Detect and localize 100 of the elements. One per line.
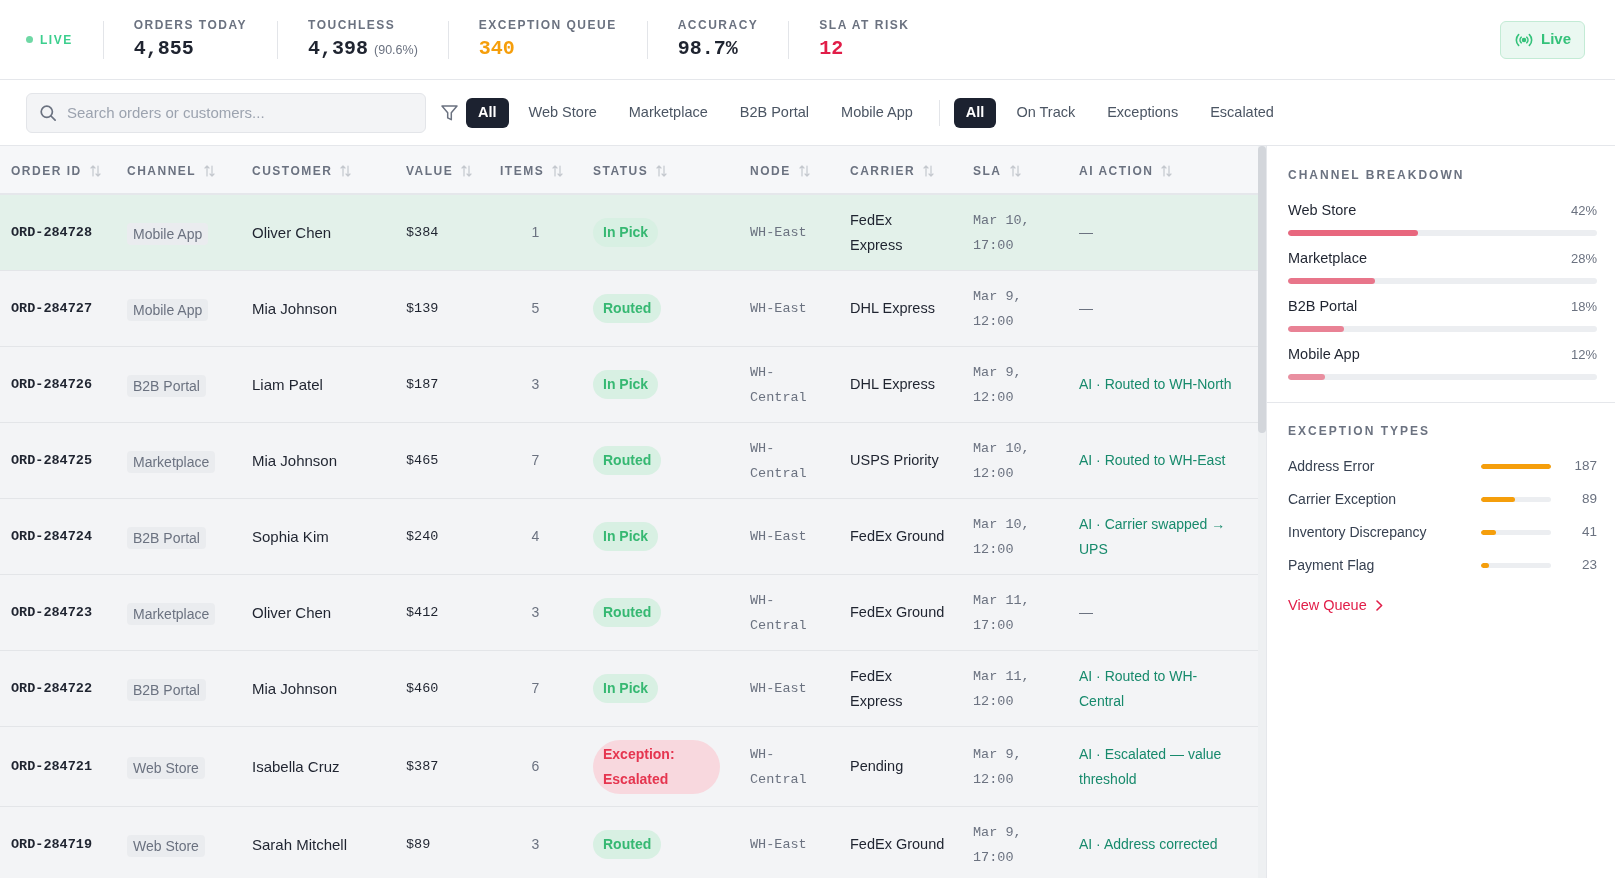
customer-name: Liam Patel [252,376,323,393]
filter-icon [441,104,458,121]
order-id: ORD-284723 [11,605,92,620]
order-id: ORD-284721 [11,759,92,774]
carrier-name: DHL Express [850,300,935,316]
table-row[interactable]: ORD-284721 Web Store Isabella Cruz $387 6 Exception: Escalated WH-Central Pending Mar 9, 12:00 AI · Escalated — value threshold [0,726,1258,807]
sort-header[interactable]: CUSTOMER [252,161,352,180]
sort-icon [1161,164,1173,177]
order-value: $465 [406,453,439,468]
table-row[interactable]: ORD-284724 B2B Portal Sophia Kim $240 4 In Pick WH-East FedEx Ground Mar 10, 12:00 AI · Carrier swapped → UPS [0,498,1258,575]
table-row[interactable]: ORD-284722 B2B Portal Mia Johnson $460 7 In Pick WH-East FedEx Express Mar 11, 12:00 AI · Routed to WH-Central [0,650,1258,727]
channel-share: 12% [1570,346,1597,365]
status-pill: In Pick [593,218,659,247]
carrier-name: FedEx Express [850,211,903,253]
node-name: WH-Central [750,746,807,787]
filter-chip[interactable]: All [953,97,997,128]
channel-tag: B2B Portal [127,527,206,550]
filter-chip[interactable]: Escalated [1198,97,1286,128]
stat-label: ACCURACY [677,18,759,32]
sort-header[interactable]: CHANNEL [127,161,216,180]
item-count: 3 [531,604,540,620]
table-row[interactable]: ORD-284723 Marketplace Oliver Chen $412 3 Routed WH-Central FedEx Ground Mar 11, 17:00 — [0,574,1258,651]
item-count: 1 [531,224,540,240]
sla-time: Mar 9, 12:00 [973,364,1022,405]
filter-chip[interactable]: B2B Portal [727,97,822,128]
stat-value: 340 [478,37,515,61]
filter-chip[interactable]: All [466,97,509,128]
order-value: $240 [406,529,439,544]
exception-type: Address Error [1288,456,1376,476]
item-count: 7 [531,680,540,696]
ai-action-text: AI · Routed to WH-Central [1079,667,1198,709]
sort-header[interactable]: AI ACTION [1079,161,1173,180]
stat-label: ORDERS TODAY [133,18,248,32]
filter-chip[interactable]: Web Store [516,97,609,128]
item-count: 6 [531,758,540,774]
section-title: CHANNEL BREAKDOWN [1288,167,1466,183]
sla-time: Mar 11, 17:00 [973,592,1030,633]
ai-action-text: AI · Routed to WH-North [1079,376,1232,392]
sort-header[interactable]: ORDER ID [11,161,101,180]
filter-chip[interactable]: Marketplace [616,97,720,128]
sort-header[interactable]: CARRIER [850,161,935,180]
table-row[interactable]: ORD-284725 Marketplace Mia Johnson $465 7 Routed WH-Central USPS Priority Mar 10, 12:00 AI · Routed to WH-East [0,422,1258,499]
live-label: LIVE [40,32,73,47]
order-value: $139 [406,301,439,316]
channel-tag: Marketplace [127,603,216,626]
carrier-name: USPS Priority [850,452,939,468]
ai-action-text: AI · Address corrected [1079,836,1218,852]
customer-name: Mia Johnson [252,680,338,697]
sla-time: Mar 11, 12:00 [973,668,1030,709]
exception-count: 187 [1573,456,1597,475]
order-id: ORD-284724 [11,529,92,544]
view-queue-link[interactable]: View Queue [1288,595,1383,615]
sort-header[interactable]: NODE [750,161,810,180]
scrollbar-thumb[interactable] [1258,146,1266,433]
carrier-name: FedEx Ground [850,604,945,620]
stat-value: 4,398 [308,37,369,61]
item-count: 7 [531,452,540,468]
sort-header[interactable]: SLA [973,161,1021,180]
customer-name: Isabella Cruz [252,758,340,775]
search-field[interactable]: Search orders or customers... [26,92,426,133]
customer-name: Mia Johnson [252,300,338,317]
sla-time: Mar 10, 17:00 [973,212,1030,253]
sort-header[interactable]: ITEMS [500,161,564,180]
channel-tag: Marketplace [127,451,216,474]
sort-header[interactable]: STATUS [593,161,668,180]
stat-value: 4,855 [133,37,194,61]
scrollbar-track[interactable] [1258,146,1266,878]
carrier-name: Pending [850,758,904,774]
channel-name: Web Store [1288,201,1357,221]
order-value: $384 [406,225,439,240]
sort-icon [552,164,564,177]
node-name: WH-East [750,837,807,852]
table-row[interactable]: ORD-284727 Mobile App Mia Johnson $139 5 Routed WH-East DHL Express Mar 9, 12:00 — [0,270,1258,347]
node-name: WH-East [750,225,807,240]
filter-chip[interactable]: Mobile App [829,97,925,128]
broadcast-icon [1515,32,1533,47]
exception-count: 89 [1580,489,1597,508]
chevron-right-icon [1375,599,1383,611]
channel-name: Mobile App [1288,345,1360,365]
node-name: WH-East [750,681,807,696]
sla-time: Mar 9, 12:00 [973,288,1022,329]
table-row[interactable]: ORD-284728 Mobile App Oliver Chen $384 1 In Pick WH-East FedEx Express Mar 10, 17:00 — [0,194,1258,271]
channel-name: B2B Portal [1288,297,1358,317]
stat-value: 12 [819,37,844,61]
sort-header[interactable]: VALUE [406,161,473,180]
exception-count: 23 [1580,555,1597,574]
node-name: WH-Central [750,364,807,405]
order-id: ORD-284728 [11,225,92,240]
exception-type: Inventory Discrepancy [1288,522,1428,542]
status-pill: Routed [593,830,662,859]
filter-chip[interactable]: Exceptions [1095,97,1191,128]
table-row[interactable]: ORD-284726 B2B Portal Liam Patel $187 3 In Pick WH-Central DHL Express Mar 9, 12:00 AI · Routed to WH-North [0,346,1258,423]
sla-time: Mar 9, 17:00 [973,824,1022,865]
customer-name: Oliver Chen [252,224,332,241]
carrier-name: DHL Express [850,376,935,392]
filter-chip[interactable]: On Track [1004,97,1088,128]
ai-action-text: — [1079,300,1093,316]
sort-icon [204,164,216,177]
carrier-name: FedEx Ground [850,528,945,544]
channel-name: Marketplace [1288,249,1367,269]
